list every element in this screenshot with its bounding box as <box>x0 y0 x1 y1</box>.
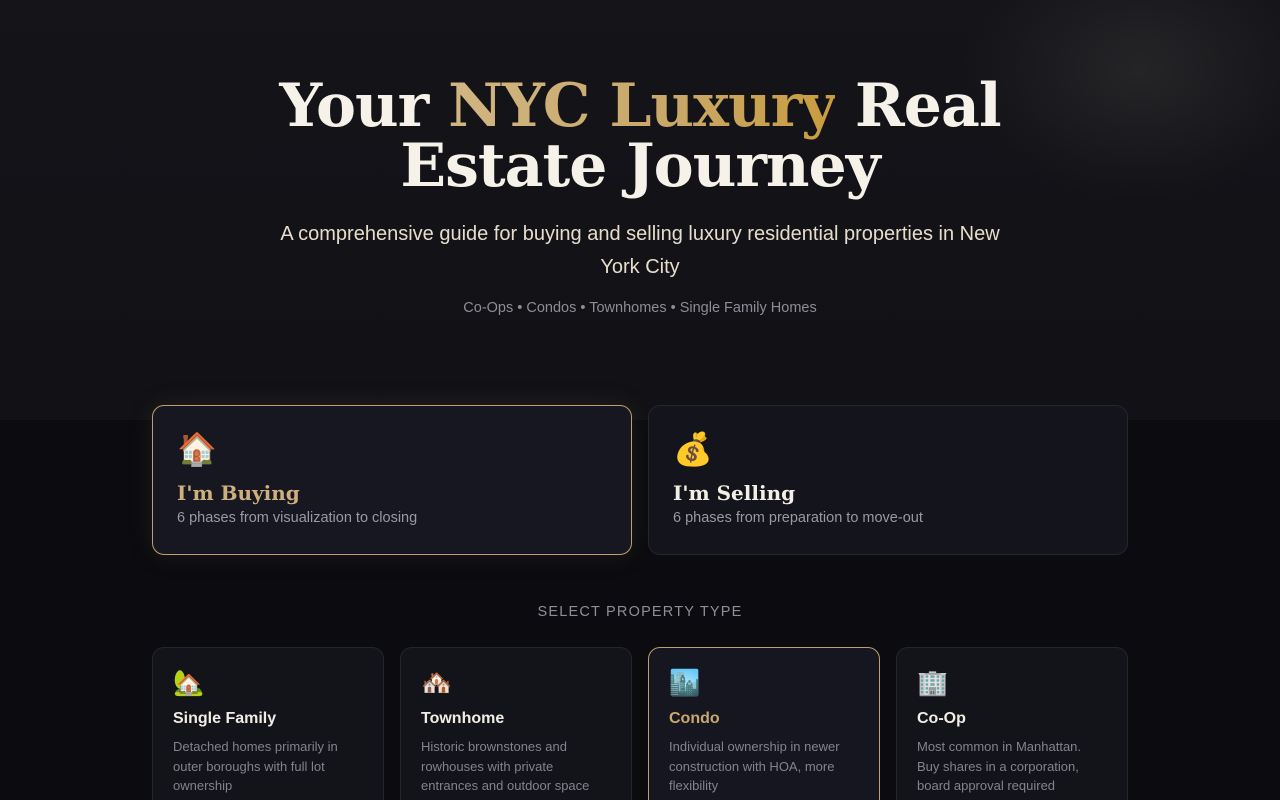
buying-card-description: 6 phases from visualization to closing <box>177 510 418 526</box>
buying-card-title: I'm Buying <box>177 481 300 505</box>
title-line-2: Estate Journey <box>400 131 880 201</box>
property-type-description: Individual ownership in newer constructi… <box>669 739 840 793</box>
hero-property-types: Co-Ops • Condos • Townhomes • Single Fam… <box>463 300 817 316</box>
houses-icon: 🏘️ <box>421 669 453 697</box>
hero: Your NYC Luxury Real Estate Journey A co… <box>0 76 1280 316</box>
page-title: Your NYC Luxury Real Estate Journey <box>0 76 1280 196</box>
property-type-title: Condo <box>669 710 720 727</box>
property-type-co-op[interactable]: 🏢 Co-Op Most common in Manhattan. Buy sh… <box>896 647 1128 800</box>
property-type-townhome[interactable]: 🏘️ Townhome Historic brownstones and row… <box>400 647 632 800</box>
house-with-garden-icon: 🏡 <box>173 669 205 697</box>
hero-subtitle: A comprehensive guide for buying and sel… <box>280 223 1000 278</box>
selling-card[interactable]: 💰 I'm Selling 6 phases from preparation … <box>648 405 1128 555</box>
property-type-title: Single Family <box>173 710 277 727</box>
selling-card-description: 6 phases from preparation to move-out <box>673 510 923 526</box>
money-bag-icon: 💰 <box>673 431 713 467</box>
house-icon: 🏠 <box>177 431 217 467</box>
property-type-selector: 🏡 Single Family Detached homes primarily… <box>152 647 1128 800</box>
property-type-title: Co-Op <box>917 710 966 727</box>
property-type-description: Historic brownstones and rowhouses with … <box>421 739 590 793</box>
buying-card[interactable]: 🏠 I'm Buying 6 phases from visualization… <box>152 405 632 555</box>
property-type-section-label: SELECT PROPERTY TYPE <box>537 604 743 620</box>
selling-card-title: I'm Selling <box>673 481 796 505</box>
property-type-condo[interactable]: 🏙️ Condo Individual ownership in newer c… <box>648 647 880 800</box>
journey-mode-selector: 🏠 I'm Buying 6 phases from visualization… <box>152 405 1128 555</box>
property-type-description: Most common in Manhattan. Buy shares in … <box>917 739 1082 793</box>
office-building-icon: 🏢 <box>917 669 949 697</box>
page: Your NYC Luxury Real Estate Journey A co… <box>0 0 1280 800</box>
property-type-description: Detached homes primarily in outer boroug… <box>173 739 338 793</box>
property-type-single-family[interactable]: 🏡 Single Family Detached homes primarily… <box>152 647 384 800</box>
cityscape-icon: 🏙️ <box>669 669 701 697</box>
property-type-title: Townhome <box>421 710 505 727</box>
